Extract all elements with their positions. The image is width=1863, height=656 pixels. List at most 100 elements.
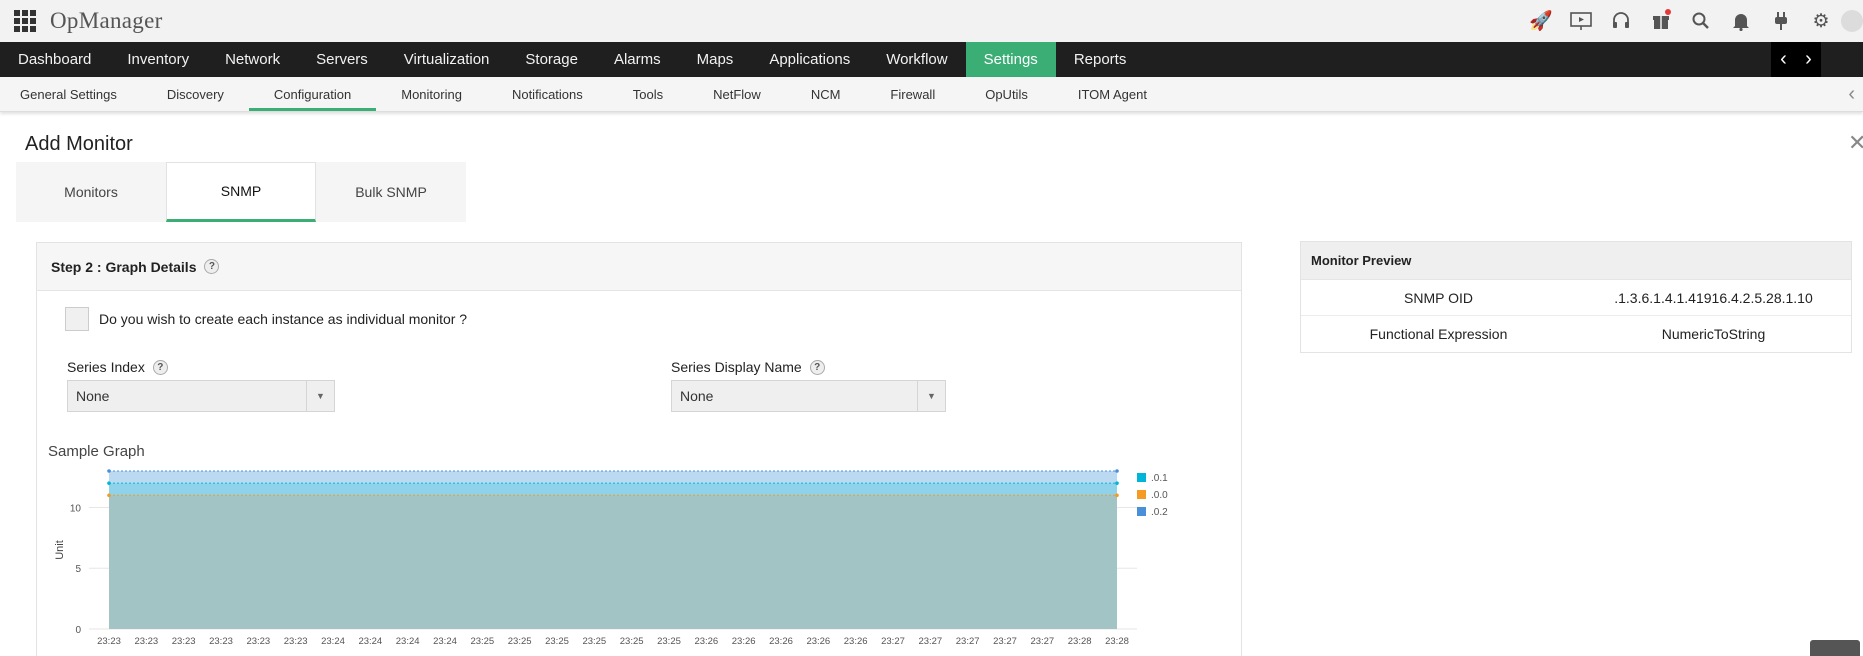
subnav-firewall[interactable]: Firewall (865, 77, 960, 111)
help-icon[interactable]: ? (152, 359, 168, 375)
individual-monitor-checkbox[interactable] (65, 307, 89, 331)
subnav-ncm[interactable]: NCM (786, 77, 866, 111)
data-point (107, 481, 111, 485)
x-tick-label: 23:25 (470, 636, 494, 647)
close-icon[interactable]: ✕ (1848, 130, 1863, 156)
tab-bulk-snmp[interactable]: Bulk SNMP (316, 162, 466, 222)
nav-applications[interactable]: Applications (751, 42, 868, 77)
preview-key: SNMP OID (1404, 289, 1473, 306)
data-point (1115, 481, 1119, 485)
x-tick-label: 23:26 (732, 636, 756, 647)
x-tick-label: 23:23 (97, 636, 121, 647)
x-tick-label: 23:24 (321, 636, 345, 647)
preview-row-oid: SNMP OID .1.3.6.1.4.1.41916.4.2.5.28.1.1… (1301, 280, 1851, 316)
subnav-oputils[interactable]: OpUtils (960, 77, 1053, 111)
series-area (109, 495, 1117, 629)
y-axis-label: Unit (54, 540, 66, 560)
subnav-itom-agent[interactable]: ITOM Agent (1053, 77, 1172, 111)
caret-down-icon[interactable]: ▼ (917, 381, 945, 411)
subnav-notifications[interactable]: Notifications (487, 77, 608, 111)
subnav-tools[interactable]: Tools (608, 77, 688, 111)
caret-down-icon[interactable]: ▼ (306, 381, 334, 411)
subnav-general-settings[interactable]: General Settings (0, 77, 142, 111)
y-tick-label: 0 (75, 625, 81, 636)
series-index-select[interactable]: None ▼ (67, 380, 335, 412)
subnav-monitoring[interactable]: Monitoring (376, 77, 487, 111)
tab-snmp[interactable]: SNMP (166, 162, 316, 222)
preview-row-expression: Functional Expression NumericToString (1301, 316, 1851, 352)
step-title: Step 2 : Graph Details (51, 258, 197, 275)
presentation-icon[interactable] (1561, 0, 1601, 42)
monitor-type-tabs: Monitors SNMP Bulk SNMP (16, 162, 466, 222)
tab-monitors[interactable]: Monitors (16, 162, 166, 222)
sample-graph-title: Sample Graph (48, 443, 145, 460)
step-header: Step 2 : Graph Details ? (37, 243, 1241, 291)
x-tick-label: 23:27 (956, 636, 980, 647)
series-index-value: None (76, 388, 110, 404)
x-tick-label: 23:27 (918, 636, 942, 647)
series-display-name-select[interactable]: None ▼ (671, 380, 946, 412)
chevron-left-icon[interactable]: ‹ (1848, 77, 1855, 112)
gear-icon[interactable]: ⚙ (1801, 0, 1841, 42)
x-tick-label: 23:23 (134, 636, 158, 647)
x-tick-label: 23:28 (1068, 636, 1092, 647)
subnav-netflow[interactable]: NetFlow (688, 77, 786, 111)
search-icon[interactable] (1681, 0, 1721, 42)
notification-dot (1665, 9, 1671, 15)
y-tick-label: 5 (75, 564, 81, 575)
subnav-configuration[interactable]: Configuration (248, 77, 377, 111)
help-icon[interactable]: ? (809, 359, 825, 375)
main-nav: Dashboard Inventory Network Servers Virt… (0, 42, 1863, 77)
x-tick-label: 23:24 (358, 636, 382, 647)
monitor-preview-panel: Monitor Preview SNMP OID .1.3.6.1.4.1.41… (1300, 241, 1852, 353)
headset-icon[interactable] (1601, 0, 1641, 42)
preview-title: Monitor Preview (1301, 242, 1851, 280)
x-tick-label: 23:25 (657, 636, 681, 647)
chevron-left-icon[interactable]: ‹ (1780, 48, 1787, 71)
bell-icon[interactable] (1721, 0, 1761, 42)
series-display-name-label: Series Display Name ? (671, 359, 825, 375)
rocket-icon[interactable]: 🚀 (1521, 0, 1561, 42)
chat-widget-icon[interactable] (1810, 640, 1860, 656)
series-index-label-text: Series Index (67, 359, 145, 375)
preview-value: .1.3.6.1.4.1.41916.4.2.5.28.1.10 (1614, 289, 1813, 306)
nav-maps[interactable]: Maps (679, 42, 752, 77)
x-tick-label: 23:27 (993, 636, 1017, 647)
nav-settings[interactable]: Settings (965, 42, 1056, 77)
help-icon[interactable]: ? (204, 259, 220, 274)
data-point (1115, 469, 1119, 473)
nav-alarms[interactable]: Alarms (596, 42, 679, 77)
nav-workflow[interactable]: Workflow (868, 42, 965, 77)
x-tick-label: 23:26 (694, 636, 718, 647)
app-grid-icon[interactable] (14, 10, 36, 32)
nav-reports[interactable]: Reports (1056, 42, 1145, 77)
nav-servers[interactable]: Servers (298, 42, 386, 77)
checkbox-label: Do you wish to create each instance as i… (99, 311, 468, 327)
x-tick-label: 23:23 (209, 636, 233, 647)
chevron-right-icon[interactable]: › (1805, 48, 1812, 71)
nav-inventory[interactable]: Inventory (109, 42, 207, 77)
legend-swatch (1137, 490, 1146, 499)
nav-network[interactable]: Network (207, 42, 298, 77)
legend-label: .0.1 (1151, 473, 1168, 484)
nav-storage[interactable]: Storage (507, 42, 596, 77)
top-header: OpManager 🚀 ⚙ (0, 0, 1863, 42)
x-tick-label: 23:25 (508, 636, 532, 647)
legend-label: .0.2 (1151, 507, 1168, 518)
brand-logo[interactable]: OpManager (50, 8, 163, 34)
gift-icon[interactable] (1641, 0, 1681, 42)
nav-dashboard[interactable]: Dashboard (0, 42, 109, 77)
x-tick-label: 23:24 (396, 636, 420, 647)
data-point (107, 469, 111, 473)
nav-virtualization[interactable]: Virtualization (386, 42, 508, 77)
subnav-discovery[interactable]: Discovery (142, 77, 249, 111)
plug-icon[interactable] (1761, 0, 1801, 42)
legend-swatch (1137, 473, 1146, 482)
x-tick-label: 23:27 (1030, 636, 1054, 647)
avatar[interactable] (1841, 10, 1863, 32)
x-tick-label: 23:27 (881, 636, 905, 647)
x-tick-label: 23:26 (769, 636, 793, 647)
data-point (107, 493, 111, 498)
x-tick-label: 23:25 (582, 636, 606, 647)
data-point (1115, 493, 1119, 498)
